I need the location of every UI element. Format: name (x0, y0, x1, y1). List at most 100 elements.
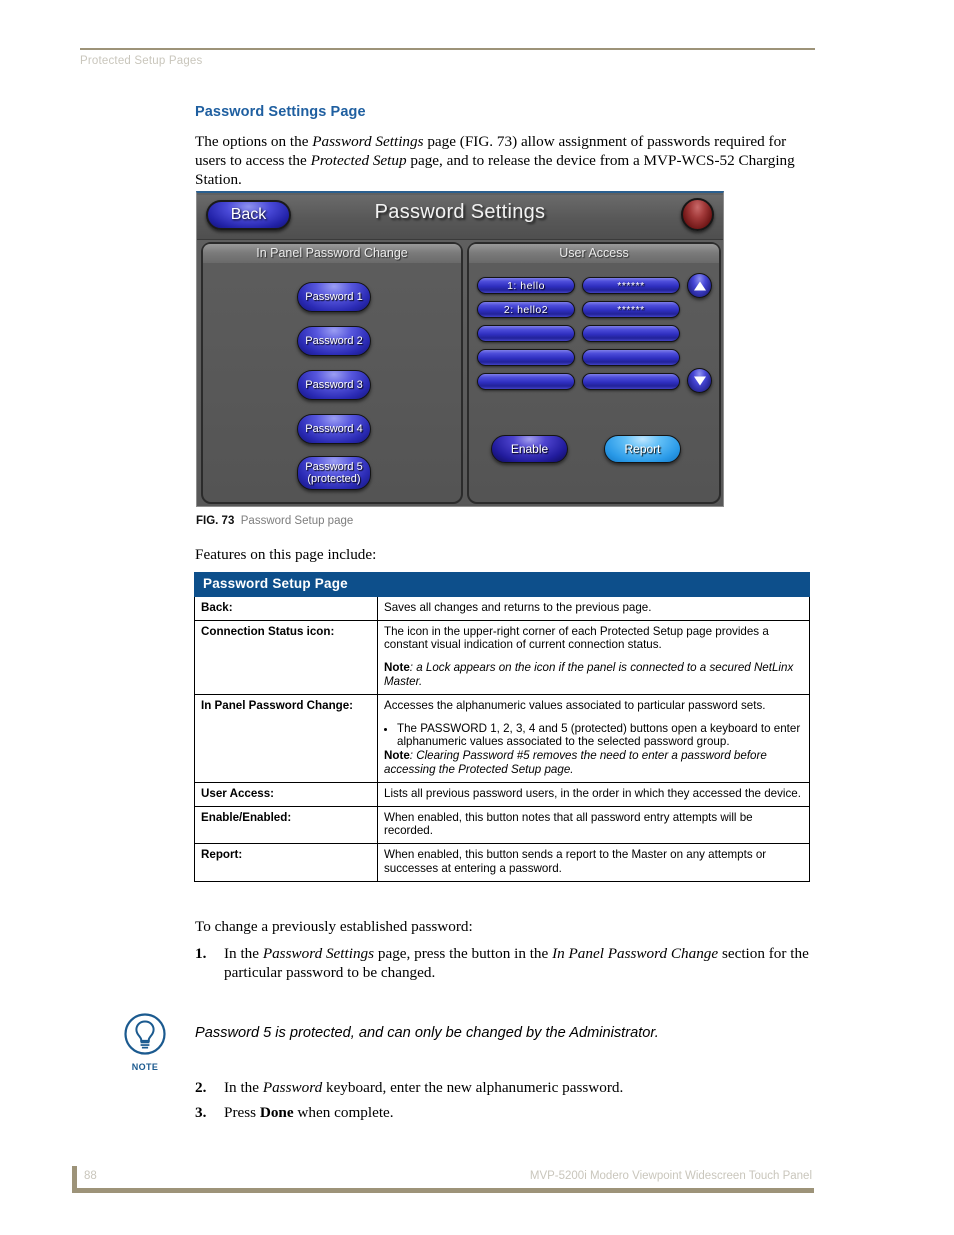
password-5-sublabel: (protected) (307, 473, 361, 485)
running-head-text: Protected Setup Pages (80, 55, 203, 67)
footer-doc-title: MVP-5200i Modero Viewpoint Widescreen To… (529, 1170, 812, 1182)
password-3-button[interactable]: Password 3 (297, 370, 371, 400)
table-body: Back: Saves all changes and returns to th… (194, 595, 810, 882)
table-row-label: In Panel Password Change: (194, 693, 378, 783)
step-1-number: 1. (195, 945, 207, 962)
arrow-down-icon (693, 376, 706, 385)
scroll-down-button[interactable] (687, 368, 712, 393)
left-pane-body: Password 1 Password 2 Password 3 Passwor… (203, 263, 461, 502)
right-pane-header: User Access (469, 244, 719, 263)
table-note-prefix: Note (384, 749, 410, 763)
step-text-fragment-2: Password (262, 1079, 323, 1096)
table-row: Report: When enabled, this button sends a… (194, 843, 810, 882)
note-callout-text: Password 5 is protected, and can only be… (195, 1025, 659, 1041)
page-title: Password Settings Page (195, 104, 366, 120)
table-row: In Panel Password Change: Accesses the al… (194, 693, 810, 783)
password-4-button[interactable]: Password 4 (297, 414, 371, 444)
user-access-name-4[interactable] (477, 349, 575, 366)
step-3-number: 3. (195, 1104, 207, 1121)
table-lead-in: Features on this page include: (195, 546, 377, 563)
note-callout-icon: NOTE (122, 1012, 168, 1072)
password-5-label: Password 5 (305, 461, 363, 473)
step-text-fragment-3: when complete. (293, 1104, 394, 1121)
table-row-label: Enable/Enabled: (194, 805, 378, 845)
lightbulb-icon (124, 1013, 166, 1055)
table-paragraph: The icon in the upper-right corner of ea… (384, 624, 769, 652)
in-panel-password-change-pane: In Panel Password Change Password 1 Pass… (201, 242, 463, 504)
footer-bottom-bar (72, 1188, 814, 1193)
user-access-pane: User Access 1: hello ****** 2: hello2 **… (467, 242, 721, 504)
user-access-password-4[interactable] (582, 349, 680, 366)
password-1-button[interactable]: Password 1 (297, 282, 371, 312)
password-2-button[interactable]: Password 2 (297, 326, 371, 356)
intro-emph-2: Protected Setup (310, 152, 407, 169)
right-pane-body: 1: hello ****** 2: hello2 ****** Enable (469, 263, 719, 502)
table-row-description: When enabled, this button sends a report… (377, 843, 810, 882)
table-paragraph: When enabled, this button notes that all… (384, 810, 753, 838)
table-row-label: User Access: (194, 781, 378, 807)
user-access-password-5[interactable] (582, 373, 680, 390)
table-row-description: The icon in the upper-right corner of ea… (377, 619, 810, 695)
note-icon-label: NOTE (131, 1062, 159, 1072)
step-text-fragment-2: Password Settings (262, 945, 375, 962)
page-number: 88 (84, 1170, 97, 1182)
user-access-name-5[interactable] (477, 373, 575, 390)
intro-emph-1: Password Settings (312, 133, 424, 150)
password-1-label: Password 1 (305, 291, 363, 303)
user-access-password-2[interactable]: ****** (582, 301, 680, 318)
user-access-password-3[interactable] (582, 325, 680, 342)
step-3-text: Press Done when complete. (224, 1103, 815, 1122)
step-2-number: 2. (195, 1079, 207, 1096)
step-text-fragment-1: In the (224, 945, 263, 962)
password-5-button[interactable]: Password 5 (protected) (297, 456, 371, 490)
intro-paragraph: The options on the Password Settings pag… (195, 132, 815, 189)
table-note-prefix: Note (384, 661, 410, 675)
table-row: Back: Saves all changes and returns to th… (194, 595, 810, 621)
step-text-fragment-3: page, press the button in the (374, 945, 553, 962)
step-text-fragment-4: In Panel Password Change (552, 945, 719, 962)
password-4-label: Password 4 (305, 423, 363, 435)
user-access-password-1[interactable]: ****** (582, 277, 680, 294)
page-footer: 88 MVP-5200i Modero Viewpoint Widescreen… (72, 1166, 814, 1194)
features-table: Password Setup Page Back: Saves all chang… (194, 572, 810, 882)
table-bullet-item: The PASSWORD 1, 2, 3, 4 and 5 (protected… (397, 722, 803, 750)
user-access-name-3[interactable] (477, 325, 575, 342)
running-header: Protected Setup Pages (80, 48, 815, 67)
report-button[interactable]: Report (604, 435, 681, 463)
table-paragraph: Lists all previous password users, in th… (384, 786, 801, 800)
table-note: Note: a Lock appears on the icon if the … (384, 661, 794, 688)
procedure-intro: To change a previously established passw… (195, 918, 473, 935)
user-access-name-2[interactable]: 2: hello2 (477, 301, 575, 318)
content-column: Password Settings Page The options on th… (195, 104, 815, 193)
table-paragraph: When enabled, this button sends a report… (384, 848, 767, 875)
table-row: Connection Status icon: The icon in the u… (194, 619, 810, 695)
table-row-description: When enabled, this button notes that all… (377, 805, 810, 845)
figure-number: FIG. 73 (196, 515, 235, 527)
touch-panel-screen: Back Password Settings In Panel Password… (196, 191, 724, 507)
enable-button[interactable]: Enable (491, 435, 568, 463)
table-header-cell: Password Setup Page (194, 572, 810, 597)
table-head: Password Setup Page (194, 572, 810, 597)
procedure-step-2: 2. In the Password keyboard, enter the n… (195, 1078, 815, 1097)
table-paragraph: Accesses the alphanumeric values associa… (384, 698, 766, 712)
figure-caption: FIG. 73 Password Setup page (196, 515, 353, 527)
step-text-fragment-1: Press (224, 1104, 260, 1121)
connection-status-icon[interactable] (681, 198, 714, 231)
user-access-name-1[interactable]: 1: hello (477, 277, 575, 294)
step-2-text: In the Password keyboard, enter the new … (224, 1078, 815, 1097)
procedure-step-1: 1. In the Password Settings page, press … (195, 944, 815, 982)
table-row: Enable/Enabled: When enabled, this button… (194, 805, 810, 845)
table-row-description: Lists all previous password users, in th… (377, 781, 810, 807)
table-row: User Access: Lists all previous password … (194, 781, 810, 807)
table-row-description: Accesses the alphanumeric values associa… (377, 693, 810, 783)
table-row-description: Saves all changes and returns to the pre… (377, 595, 810, 621)
procedure-step-3: 3. Press Done when complete. (195, 1103, 815, 1122)
arrow-up-icon (693, 281, 706, 290)
step-1-text: In the Password Settings page, press the… (224, 944, 815, 982)
step-text-fragment-3: keyboard, enter the new alphanumeric pas… (322, 1079, 624, 1096)
left-pane-header: In Panel Password Change (203, 244, 461, 263)
figure-caption-text: Password Setup page (240, 515, 354, 527)
table-paragraph: Saves all changes and returns to the pre… (384, 600, 652, 614)
scroll-up-button[interactable] (687, 273, 712, 298)
table-bullet-list: The PASSWORD 1, 2, 3, 4 and 5 (protected… (384, 722, 803, 750)
